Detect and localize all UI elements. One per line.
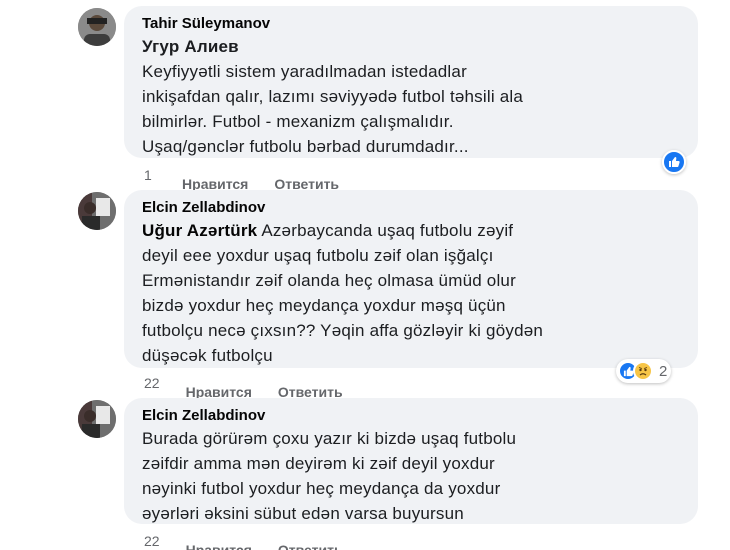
reply-button[interactable]: Ответить: [278, 541, 343, 550]
avatar[interactable]: [78, 400, 116, 438]
comment-line: inkişafdan qalır, lazımı səviyyədə futbo…: [142, 87, 524, 106]
comment-line: Keyfiyyətli sistem yaradılmadan istedadl…: [142, 62, 467, 81]
comment-actions: 22 ч. Нравится Ответить: [144, 532, 369, 550]
avatar[interactable]: [78, 192, 116, 230]
reaction-summary[interactable]: 2: [616, 359, 672, 383]
comment-line: Uşaq/gənclər futbolu bərbad durumdadır..…: [142, 137, 469, 156]
comment-bubble: Tahir Süleymanov Угур Алиев Keyfiyyətli …: [124, 6, 698, 158]
comment-line: Ermənistandır zəif olanda heç olmasa ümü…: [142, 271, 516, 290]
sad-icon: [633, 361, 653, 381]
reaction-summary[interactable]: [662, 150, 686, 174]
avatar[interactable]: [78, 8, 116, 46]
comment-bubble: Elcin Zellabdinov Burada görürəm çoxu ya…: [124, 398, 698, 524]
comment-time[interactable]: 22 ч.: [144, 532, 160, 550]
comment-line: Burada görürəm çoxu yazır ki bizdə uşaq …: [142, 429, 517, 448]
comment-author[interactable]: Elcin Zellabdinov: [142, 406, 684, 426]
comment-line: futbolçu necə çıxsın?? Yəqin affa gözləy…: [142, 321, 544, 340]
mention-link[interactable]: Uğur Azərtürk: [142, 221, 257, 240]
comment-author[interactable]: Elcin Zellabdinov: [142, 198, 684, 218]
comment-line: düşəcək futbolçu: [142, 346, 273, 365]
like-icon: [662, 150, 686, 174]
mention-link[interactable]: Угур Алиев: [142, 34, 684, 59]
comment-author[interactable]: Tahir Süleymanov: [142, 14, 684, 34]
comment-line: bizdə yoxdur heç meydança yoxdur məşq üç…: [142, 296, 506, 315]
comment-bubble: Elcin Zellabdinov Uğur Azərtürk Azərbayc…: [124, 190, 698, 368]
comment-line: zəifdir amma mən deyirəm ki zəif deyil y…: [142, 454, 495, 473]
comment-line: nəyinki futbol yoxdur heç meydança da yo…: [142, 479, 501, 498]
like-button[interactable]: Нравится: [186, 541, 252, 550]
comment-text: Azərbaycanda uşaq futbolu zəyif: [257, 221, 514, 240]
comment-line: əyərləri əksini sübut edən varsa buyursu…: [142, 504, 464, 523]
comment-line: deyil eee yoxdur uşaq futbolu zəif olan …: [142, 246, 494, 265]
comment-line: Uğur Azərtürk Azərbaycanda uşaq futbolu …: [142, 218, 684, 243]
reaction-count: 2: [659, 362, 668, 380]
comment-line: bilmirlər. Futbol - mexanizm çalışmalıdı…: [142, 112, 454, 131]
